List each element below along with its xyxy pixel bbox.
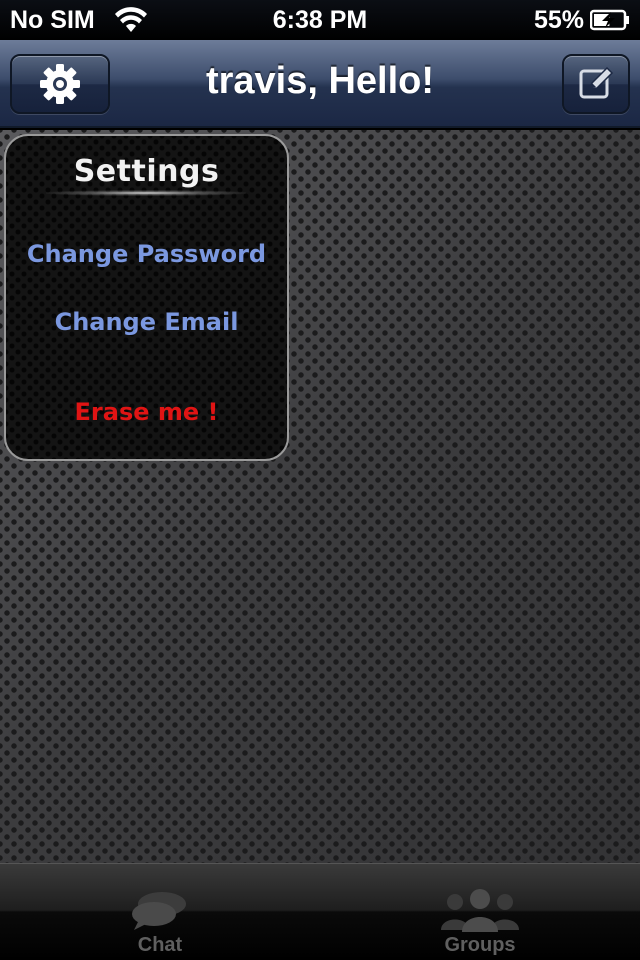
tab-groups-label: Groups: [444, 934, 516, 956]
gear-icon: [40, 64, 80, 104]
change-email-button[interactable]: Change Email: [6, 308, 287, 336]
compose-icon: [579, 66, 614, 99]
page-title: travis, Hello!: [205, 60, 435, 102]
settings-divider: [46, 190, 246, 196]
compose-button[interactable]: [562, 54, 630, 114]
tab-chat-label: Chat: [137, 934, 183, 956]
settings-title: Settings: [73, 154, 220, 189]
battery-charging-icon: [590, 9, 629, 31]
settings-button[interactable]: [10, 54, 110, 114]
groups-icon: [441, 889, 519, 932]
tab-groups[interactable]: Groups: [320, 864, 640, 960]
status-bar: No SIM 6:38 PM 55%: [0, 0, 640, 40]
tab-bar: Chat Groups: [0, 863, 640, 960]
change-password-button[interactable]: Change Password: [6, 240, 287, 268]
tab-chat[interactable]: Chat: [0, 864, 320, 960]
battery-percent: 55%: [533, 6, 584, 34]
settings-popup: Settings Change Password Change Email Er…: [4, 134, 289, 461]
navigation-bar: travis, Hello!: [0, 40, 640, 128]
chat-bubble-icon: [132, 892, 186, 930]
erase-account-button[interactable]: Erase me !: [6, 398, 287, 426]
